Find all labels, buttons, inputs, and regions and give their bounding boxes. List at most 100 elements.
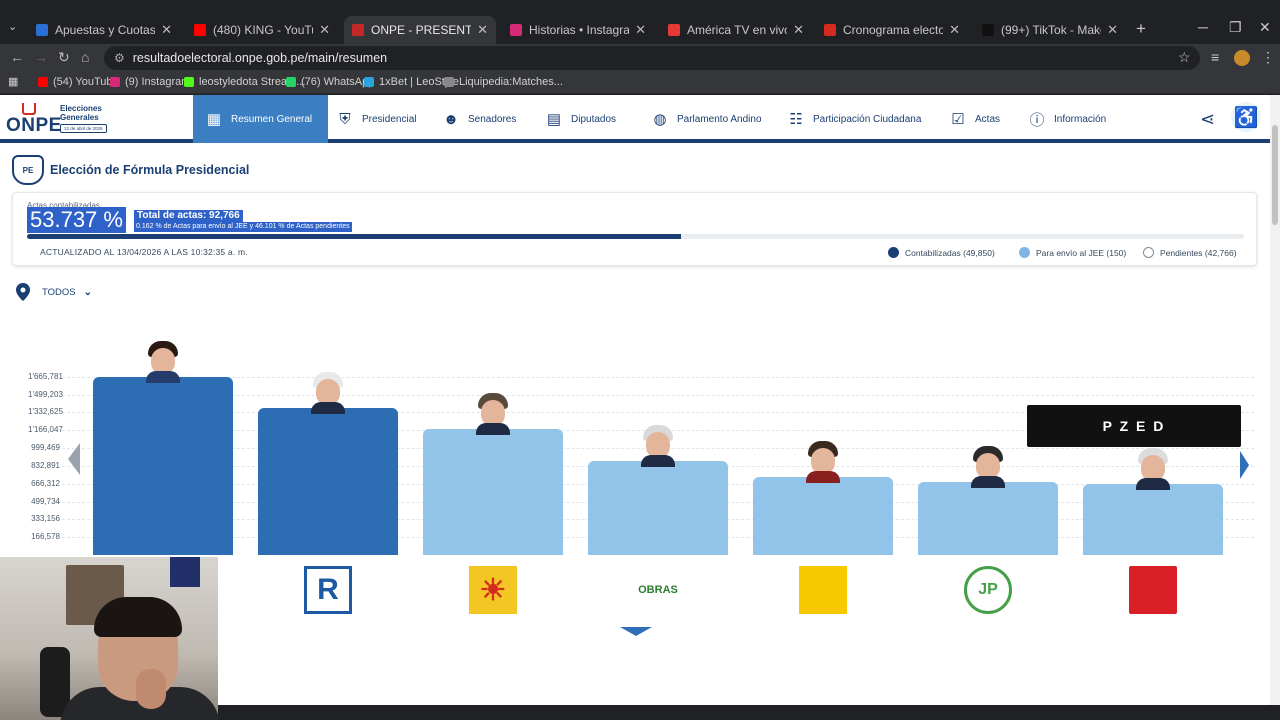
streamer-hair: [94, 597, 182, 637]
reload-icon[interactable]: ↻: [58, 49, 70, 66]
accessibility-icon[interactable]: ♿: [1231, 102, 1261, 132]
onpe-logo[interactable]: ONPE Elecciones Generales 12 de abril de…: [6, 101, 116, 139]
media-controls-icon[interactable]: ≡: [1211, 49, 1219, 65]
candidate-bar[interactable]: [258, 408, 398, 555]
bookmarks-bar: ▦ (54) YouTube (9) Instagram leostyledota …: [0, 72, 1280, 94]
tab-favicon: [668, 24, 680, 36]
bookmark-item[interactable]: Liquipedia:Matches...: [444, 76, 563, 88]
tab-search-icon[interactable]: ⌄: [8, 20, 17, 33]
browser-tab-bar: ⌄ Apuestas y Cuotas eSports ⊳ A✕(480) KI…: [0, 0, 1280, 44]
new-tab-button[interactable]: +: [1136, 19, 1146, 39]
browser-tab[interactable]: Apuestas y Cuotas eSports ⊳ A ✕: [28, 16, 180, 44]
legend-dot: [1019, 247, 1030, 258]
legend-dot: [888, 247, 899, 258]
tab-label: Cronograma electoral 2026: fe: [843, 23, 944, 37]
photo-suit: [146, 370, 180, 383]
y-tick-label: 666,312: [31, 478, 60, 488]
y-tick-label: 832,891: [31, 460, 60, 470]
candidate-bar[interactable]: [918, 482, 1058, 555]
nav-item[interactable]: ⓘ Información: [1028, 95, 1106, 143]
bookmark-label: (9) Instagram: [125, 76, 191, 88]
party-logo[interactable]: ☀: [469, 566, 517, 614]
percent-counted: 53.737 %: [27, 207, 126, 233]
bookmark-item[interactable]: (76) WhatsApp: [286, 76, 374, 88]
bookmark-star-icon[interactable]: ☆: [1178, 49, 1191, 66]
nav-item[interactable]: ☻ Senadores: [442, 95, 516, 143]
region-label: TODOS: [42, 286, 76, 298]
candidate-photo: [1136, 447, 1170, 490]
globe-icon: ◍: [653, 111, 667, 128]
checklist-icon: ☑: [951, 111, 965, 128]
expand-down-arrow-icon[interactable]: [620, 627, 652, 636]
peru-shield-icon: PE: [12, 155, 44, 185]
browser-tab[interactable]: Historias • Instagram ✕: [502, 16, 654, 44]
webcam-overlay: [0, 557, 218, 720]
apps-grid-icon[interactable]: ▦: [8, 75, 18, 88]
scrollbar-thumb[interactable]: [1272, 125, 1278, 225]
tab-label: (480) KING - YouTube: [213, 23, 313, 37]
legend-label: Para envío al JEE (150): [1036, 247, 1127, 258]
party-logo[interactable]: JP: [964, 566, 1012, 614]
region-filter[interactable]: TODOS ⌄: [16, 283, 92, 301]
nav-item[interactable]: ☷ Participación Ciudadana: [787, 95, 921, 143]
browser-toolbar: ← → ↻ ⌂ ⚙ resultadoelectoral.onpe.gob.pe…: [0, 44, 1280, 72]
back-icon[interactable]: ←: [10, 49, 24, 65]
browser-tab[interactable]: (480) KING - YouTube ✕: [186, 16, 338, 44]
chart-next-arrow-icon[interactable]: [1240, 451, 1249, 479]
tab-close-icon[interactable]: ✕: [635, 22, 646, 38]
bookmark-item[interactable]: (9) Instagram: [110, 76, 190, 88]
minimize-icon[interactable]: ─: [1198, 19, 1208, 35]
party-logo[interactable]: R: [304, 566, 352, 614]
page-title: Elección de Fórmula Presidencial: [50, 163, 250, 177]
progress-fill: [27, 234, 681, 239]
candidate-bar[interactable]: [1083, 483, 1223, 555]
browser-tab[interactable]: América TV en vivo: programa ✕: [660, 16, 812, 44]
candidate-bar[interactable]: [93, 376, 233, 555]
share-icon[interactable]: ⋖: [1200, 109, 1215, 130]
nav-label: Parlamento Andino: [677, 113, 762, 125]
party-logo[interactable]: [1129, 566, 1177, 614]
photo-suit: [311, 402, 345, 415]
tab-favicon: [824, 24, 836, 36]
home-icon[interactable]: ⌂: [81, 49, 89, 65]
chart-prev-arrow-icon[interactable]: [68, 443, 80, 475]
tab-close-icon[interactable]: ✕: [161, 22, 172, 38]
browser-tab[interactable]: ONPE - PRESENTACIÓN DE RES ✕: [344, 16, 496, 44]
nav-item[interactable]: ◍ Parlamento Andino: [651, 95, 762, 143]
legend-dot: [1143, 247, 1154, 258]
scrollbar[interactable]: [1270, 95, 1280, 705]
maximize-icon[interactable]: ❐: [1229, 19, 1242, 36]
profile-avatar[interactable]: [1234, 50, 1250, 66]
tab-favicon: [982, 24, 994, 36]
close-window-icon[interactable]: ✕: [1259, 19, 1271, 36]
people-icon: ☻: [443, 110, 459, 128]
bookmark-item[interactable]: (54) YouTube: [38, 76, 119, 88]
address-bar[interactable]: ⚙ resultadoelectoral.onpe.gob.pe/main/re…: [104, 46, 1200, 70]
progress-bar: [27, 234, 1244, 239]
browser-tab[interactable]: Cronograma electoral 2026: fe ✕: [816, 16, 968, 44]
party-logo[interactable]: OBRAS: [634, 566, 682, 614]
bookmark-label: (54) YouTube: [53, 76, 119, 88]
nav-item[interactable]: ⛨ Presidencial: [336, 95, 416, 143]
site-info-icon[interactable]: ⚙: [114, 51, 125, 65]
browser-tab[interactable]: (99+) TikTok - Make Your Day ✕: [974, 16, 1126, 44]
photo-face: [1141, 454, 1165, 481]
nav-item[interactable]: ▤ Diputados: [545, 95, 616, 143]
candidate-bar[interactable]: [753, 477, 893, 555]
candidate-bar[interactable]: [588, 460, 728, 555]
nav-item[interactable]: ▦ Resumen General: [193, 95, 329, 143]
forward-icon[interactable]: →: [34, 49, 48, 65]
candidate-bar[interactable]: [423, 428, 563, 555]
tab-close-icon[interactable]: ✕: [793, 22, 804, 38]
tab-favicon: [194, 24, 206, 36]
menu-icon[interactable]: ⋮: [1261, 49, 1275, 66]
tab-close-icon[interactable]: ✕: [949, 22, 960, 38]
y-tick-label: 1'499,203: [28, 389, 63, 399]
building-icon: ▤: [546, 111, 562, 128]
tab-close-icon[interactable]: ✕: [477, 22, 488, 38]
nav-item[interactable]: ☑ Actas: [949, 95, 1000, 143]
tab-close-icon[interactable]: ✕: [1107, 22, 1118, 38]
actas-breakdown: 0.162 % de Actas para envío al JEE y 46.…: [134, 222, 352, 232]
party-logo[interactable]: [799, 566, 847, 614]
tab-close-icon[interactable]: ✕: [319, 22, 330, 38]
